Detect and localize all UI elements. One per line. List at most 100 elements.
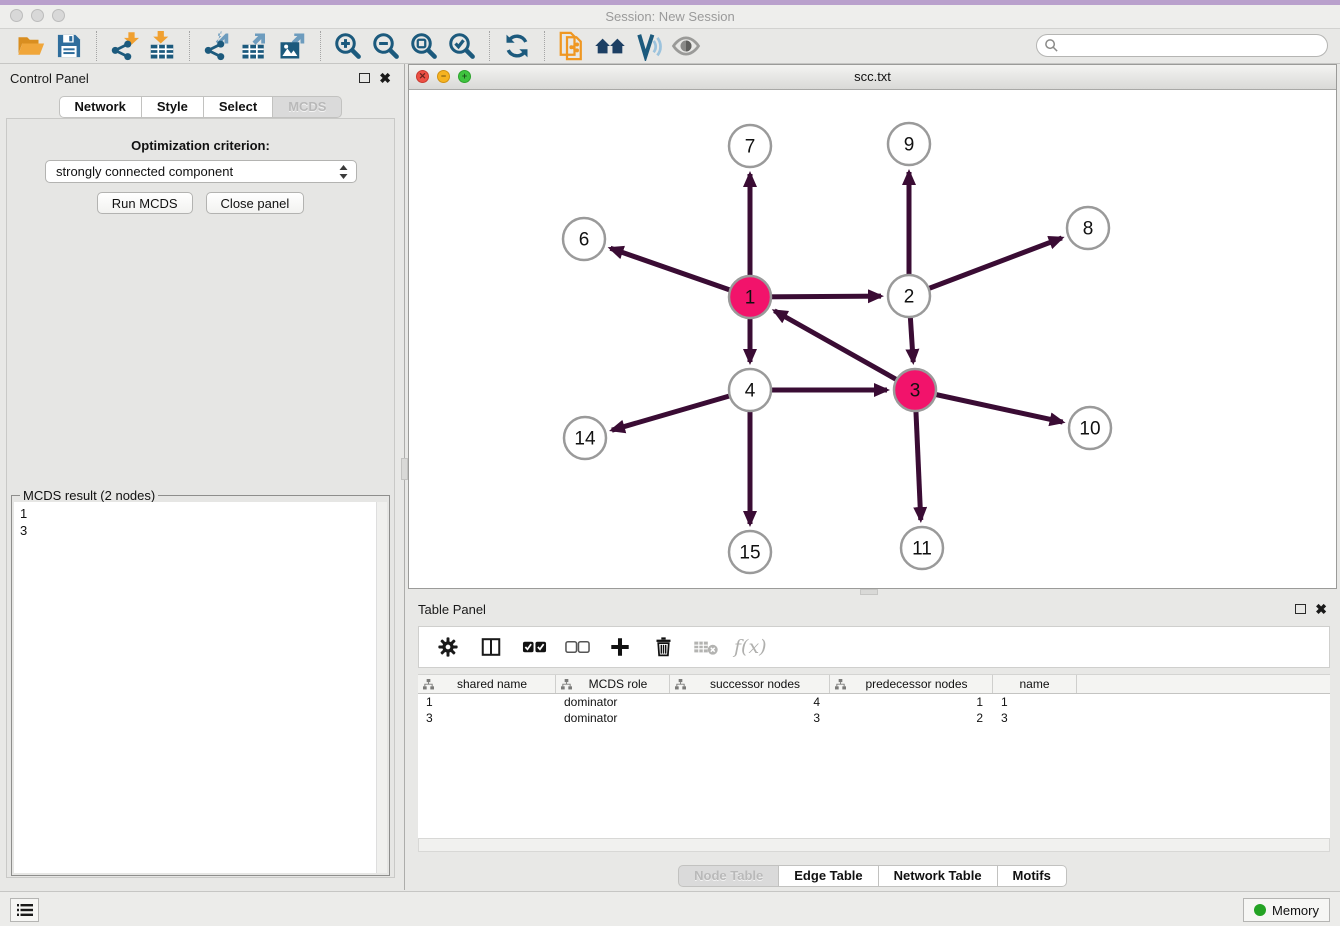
graph-node-9[interactable]: 9: [888, 123, 930, 165]
graph-node-3[interactable]: 3: [894, 369, 936, 411]
search-box[interactable]: [1036, 34, 1328, 57]
save-session-button[interactable]: [50, 30, 88, 62]
run-mcds-button[interactable]: Run MCDS: [97, 192, 193, 214]
column-header-successor-nodes[interactable]: successor nodes: [670, 675, 830, 693]
network-window-titlebar[interactable]: ✕ − + scc.txt: [409, 65, 1336, 90]
zoom-out-button[interactable]: [367, 30, 405, 62]
graph-node-10[interactable]: 10: [1069, 407, 1111, 449]
float-panel-icon[interactable]: [1295, 604, 1306, 614]
table-row[interactable]: 3dominator323: [418, 710, 1330, 726]
search-input[interactable]: [1064, 36, 1327, 55]
tab-style[interactable]: Style: [142, 96, 204, 118]
memory-button[interactable]: Memory: [1243, 898, 1330, 922]
zoom-selected-button[interactable]: [443, 30, 481, 62]
criterion-dropdown[interactable]: strongly connected component: [45, 160, 357, 183]
svg-text:6: 6: [579, 230, 590, 251]
show-column-panel-button[interactable]: [476, 632, 506, 662]
column-header-predecessor-nodes[interactable]: predecessor nodes: [830, 675, 993, 693]
close-panel-button[interactable]: Close panel: [206, 192, 305, 214]
table-cell: 3: [418, 711, 556, 725]
float-panel-icon[interactable]: [359, 73, 370, 83]
export-image-button[interactable]: [274, 30, 312, 62]
column-header-name[interactable]: name: [993, 675, 1077, 693]
refresh-view-button[interactable]: [498, 30, 536, 62]
minimize-window-button[interactable]: [31, 9, 44, 22]
export-network-button[interactable]: [198, 30, 236, 62]
table-cell: 3: [670, 711, 830, 725]
graph-edge-3-10[interactable]: [915, 390, 1063, 422]
graph-node-7[interactable]: 7: [729, 125, 771, 167]
column-header-shared-name[interactable]: shared name: [418, 675, 556, 693]
delete-row-button[interactable]: [648, 632, 678, 662]
network-view-window: ✕ − + scc.txt 1 2 3 4 6 7 8 9 10 11 14 15: [408, 64, 1337, 589]
delete-table-button[interactable]: [691, 632, 721, 662]
result-scrollbar[interactable]: [376, 502, 387, 873]
add-row-button[interactable]: [605, 632, 635, 662]
splitter-grip[interactable]: [401, 458, 408, 480]
import-table-button[interactable]: [143, 30, 181, 62]
mcds-tab-content: Optimization criterion: strongly connect…: [6, 118, 395, 878]
import-network-button[interactable]: [105, 30, 143, 62]
column-settings-button[interactable]: [433, 632, 463, 662]
column-header-MCDS-role[interactable]: MCDS role: [556, 675, 670, 693]
graph-edge-3-1[interactable]: [774, 311, 915, 390]
network-maximize-button[interactable]: +: [458, 70, 471, 83]
table-header-row: shared nameMCDS rolesuccessor nodesprede…: [418, 674, 1330, 694]
network-close-button[interactable]: ✕: [416, 70, 429, 83]
zoom-window-button[interactable]: [52, 9, 65, 22]
close-panel-icon[interactable]: ✖: [379, 73, 391, 83]
zoom-in-button[interactable]: [329, 30, 367, 62]
vertical-splitter[interactable]: [401, 64, 408, 890]
svg-text:14: 14: [574, 429, 596, 450]
open-session-button[interactable]: [12, 30, 50, 62]
zoom-fit-button[interactable]: [405, 30, 443, 62]
graph-node-8[interactable]: 8: [1067, 207, 1109, 249]
first-neighbors-button[interactable]: [591, 30, 629, 62]
graph-node-15[interactable]: 15: [729, 531, 771, 573]
table-cell: 4: [670, 695, 830, 709]
plus-icon: [609, 636, 631, 658]
table-row[interactable]: 1dominator411: [418, 694, 1330, 710]
svg-text:7: 7: [745, 137, 756, 158]
graph-node-4[interactable]: 4: [729, 369, 771, 411]
close-window-button[interactable]: [10, 9, 23, 22]
unchecked-boxes-icon: [565, 640, 590, 654]
columns-icon: [480, 636, 502, 658]
window-traffic-lights[interactable]: [10, 9, 65, 22]
deselect-all-button[interactable]: [562, 632, 592, 662]
hide-graphics-details-button[interactable]: [629, 30, 667, 62]
memory-label: Memory: [1272, 903, 1319, 918]
close-panel-icon[interactable]: ✖: [1315, 604, 1327, 614]
open-folder-icon: [16, 31, 46, 61]
tab-network[interactable]: Network: [59, 96, 142, 118]
dropdown-stepper-icon: [338, 164, 349, 180]
tab-select[interactable]: Select: [204, 96, 273, 118]
select-all-button[interactable]: [519, 632, 549, 662]
tab-network-table[interactable]: Network Table: [879, 865, 998, 887]
table-hscrollbar[interactable]: [418, 838, 1330, 852]
function-builder-button[interactable]: f(x): [734, 636, 767, 658]
zoom-selected-icon: [447, 31, 477, 61]
graph-node-1[interactable]: 1: [729, 276, 771, 318]
tab-node-table[interactable]: Node Table: [678, 865, 779, 887]
graph-node-14[interactable]: 14: [564, 417, 606, 459]
graph-edge-2-8[interactable]: [909, 238, 1062, 296]
export-table-button[interactable]: [236, 30, 274, 62]
clone-network-button[interactable]: [553, 30, 591, 62]
network-minimize-button[interactable]: −: [437, 70, 450, 83]
mcds-result-text[interactable]: 1 3: [14, 502, 387, 873]
graph-node-2[interactable]: 2: [888, 275, 930, 317]
network-graph-canvas[interactable]: 1 2 3 4 6 7 8 9 10 11 14 15: [409, 90, 1336, 588]
tab-edge-table[interactable]: Edge Table: [779, 865, 878, 887]
svg-text:4: 4: [745, 381, 756, 402]
svg-text:10: 10: [1079, 419, 1100, 440]
toolbar-separator: [320, 31, 321, 61]
main-toolbar: [0, 28, 1340, 64]
show-graphics-details-button[interactable]: [667, 30, 705, 62]
tab-motifs[interactable]: Motifs: [998, 865, 1067, 887]
graph-node-6[interactable]: 6: [563, 218, 605, 260]
table-panel-tabs: Node TableEdge TableNetwork TableMotifs: [408, 865, 1337, 887]
graph-node-11[interactable]: 11: [901, 527, 943, 569]
tab-mcds[interactable]: MCDS: [273, 96, 342, 118]
task-history-button[interactable]: [10, 898, 39, 922]
